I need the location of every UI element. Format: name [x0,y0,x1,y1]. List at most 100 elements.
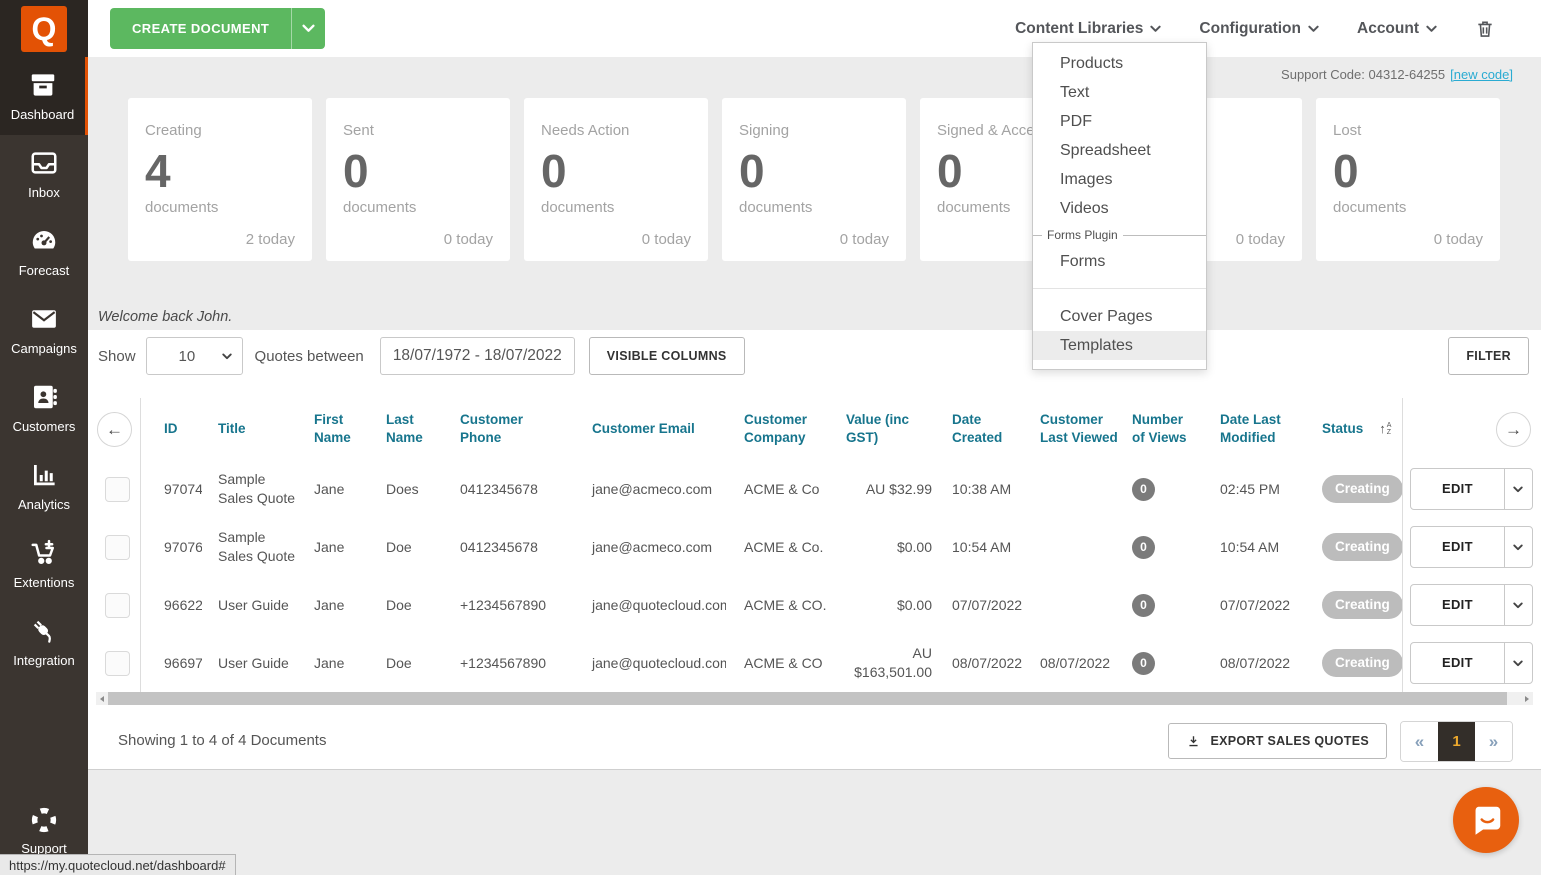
stat-card-lost[interactable]: Lost 0 documents 0 today [1316,98,1500,261]
menu-configuration[interactable]: Configuration [1199,20,1319,38]
menu-account[interactable]: Account [1357,20,1437,38]
stat-card-signing[interactable]: Signing 0 documents 0 today [722,98,906,261]
status-badge: Creating [1322,474,1402,504]
stat-card-today: 0 today [641,231,691,248]
edit-button-label[interactable]: EDIT [1411,527,1504,567]
stat-card-today: 0 today [1433,231,1483,248]
sidebar-item-analytics[interactable]: Analytics [0,447,88,525]
menu-item-spreadsheet[interactable]: Spreadsheet [1033,136,1206,165]
sort-az-icon[interactable]: ↑ A Z [1379,420,1391,438]
scrollbar-thumb[interactable] [108,692,1507,705]
row-checkbox[interactable] [105,476,130,502]
scroll-left-button[interactable]: ← [97,412,132,447]
page-size-select[interactable]: 10 [145,337,243,375]
stat-card-unit: documents [145,198,219,216]
menu-item-products[interactable]: Products [1033,49,1206,78]
col-header-id[interactable]: ID [140,420,202,438]
export-sales-quotes-button[interactable]: EXPORT SALES QUOTES [1168,723,1387,759]
chevron-down-icon[interactable] [1503,643,1532,683]
col-header-status[interactable]: Status ↑ A Z [1300,420,1402,438]
col-header-customer-last-viewed[interactable]: Customer Last Viewed [1028,411,1118,447]
cell-company: ACME & Co [744,480,820,497]
new-code-link[interactable]: [new code] [1450,67,1513,82]
cell-value: AU $163,501.00 [854,645,932,680]
row-checkbox[interactable] [105,592,130,618]
chevron-down-icon[interactable] [1503,585,1532,625]
edit-button[interactable]: EDIT [1410,584,1533,626]
logo-block[interactable]: Q [0,0,88,57]
sidebar-item-dashboard[interactable]: Dashboard [0,57,88,135]
bar-chart-icon [29,460,59,490]
edit-button-label[interactable]: EDIT [1411,643,1504,683]
menu-item-pdf[interactable]: PDF [1033,107,1206,136]
col-header-first-name[interactable]: First Name [302,411,372,447]
col-header-last-name[interactable]: Last Name [372,411,442,447]
row-actions-cell: EDIT [1402,526,1533,568]
menu-content-libraries[interactable]: Content Libraries [1015,20,1162,38]
chevron-down-icon [1308,25,1319,33]
edit-button-label[interactable]: EDIT [1411,585,1504,625]
col-header-title[interactable]: Title [202,420,302,438]
menu-item-images[interactable]: Images [1033,165,1206,194]
col-header-label: Customer Phone [460,411,524,445]
chevron-down-icon[interactable] [1503,469,1532,509]
sidebar-item-campaigns[interactable]: Campaigns [0,291,88,369]
row-checkbox[interactable] [105,534,130,560]
cell-id: 97074 [164,480,202,497]
chevron-down-icon[interactable] [291,8,325,49]
menu-item-cover-pages[interactable]: Cover Pages [1033,302,1206,331]
archive-box-icon [28,70,58,100]
chevron-down-icon[interactable] [1503,527,1532,567]
col-header-value-inc-gst[interactable]: Value (inc GST) [836,411,936,447]
sidebar-item-integration[interactable]: Integration [0,603,88,681]
horizontal-scrollbar[interactable] [96,692,1533,705]
edit-button[interactable]: EDIT [1410,468,1533,510]
pagination-page-1[interactable]: 1 [1438,722,1475,761]
pagination-prev-button[interactable]: « [1401,722,1438,761]
col-header-customer-company[interactable]: Customer Company [726,411,836,447]
col-header-date-last-modified[interactable]: Date Last Modified [1192,411,1300,447]
scroll-right-button[interactable]: → [1496,412,1531,447]
table-grid: ID Title First Name Last Name Customer Phone… [96,398,1533,692]
views-count-badge: 0 [1132,593,1155,617]
status-bar: https://my.quotecloud.net/dashboard# [0,854,236,875]
col-header-number-of-views[interactable]: Number of Views [1118,411,1192,447]
cell-title: User Guide [218,596,289,613]
col-header-customer-email[interactable]: Customer Email [558,420,726,438]
stat-card-creating[interactable]: Creating 4 documents 2 today [128,98,312,261]
cell-status: Creating [1300,532,1402,562]
sidebar-item-inbox[interactable]: Inbox [0,135,88,213]
documents-table: ← → ID Title First Name Last Name Customer P… [96,398,1533,692]
create-document-button[interactable]: CREATE DOCUMENT [110,8,326,49]
row-checkbox[interactable] [105,650,130,676]
scrollbar-right-arrow[interactable] [1521,692,1533,705]
sidebar-item-label: Forecast [18,263,70,278]
chat-widget-button[interactable] [1453,787,1519,853]
menu-item-videos[interactable]: Videos [1033,194,1206,223]
scrollbar-left-arrow[interactable] [96,692,108,705]
edit-button[interactable]: EDIT [1410,642,1533,684]
topbar: CREATE DOCUMENT Content Libraries Config… [88,0,1541,57]
cell-id: 96622 [164,596,202,613]
edit-button-label[interactable]: EDIT [1411,469,1504,509]
date-range-input[interactable] [379,337,575,375]
scrollbar-track[interactable] [108,692,1521,705]
menu-item-templates[interactable]: Templates [1033,331,1206,360]
visible-columns-button[interactable]: VISIBLE COLUMNS [588,337,745,375]
menu-item-text[interactable]: Text [1033,78,1206,107]
sidebar-item-customers[interactable]: Customers [0,369,88,447]
col-header-label: Date Created [952,411,1003,445]
menu-item-forms[interactable]: Forms [1033,247,1206,276]
col-header-customer-phone[interactable]: Customer Phone [442,411,558,447]
filter-button[interactable]: FILTER [1448,337,1529,375]
trash-icon[interactable] [1475,18,1495,40]
col-header-date-created[interactable]: Date Created [936,411,1028,447]
stat-card-needs-action[interactable]: Needs Action 0 documents 0 today [524,98,708,261]
cell-viewed: 08/07/2022 [1040,654,1111,671]
pagination-next-button[interactable]: » [1475,722,1512,761]
sidebar-item-extentions[interactable]: Extentions [0,525,88,603]
edit-button[interactable]: EDIT [1410,526,1533,568]
sidebar-item-forecast[interactable]: Forecast [0,213,88,291]
cell-company: ACME & CO [744,654,823,671]
stat-card-sent[interactable]: Sent 0 documents 0 today [326,98,510,261]
